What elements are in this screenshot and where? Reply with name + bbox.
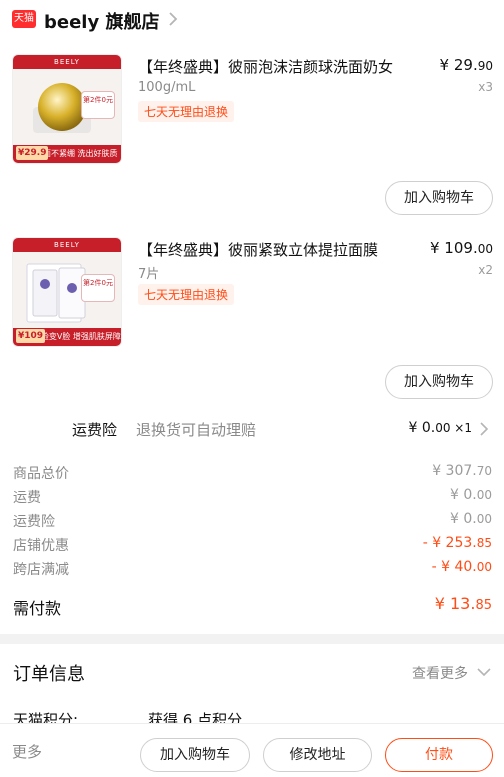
add-to-cart-button[interactable]: 加入购物车 — [385, 365, 493, 399]
value-integer: - ¥ 40. — [431, 559, 477, 575]
value-integer: ¥ 0. — [450, 487, 477, 503]
section-divider — [0, 634, 504, 644]
tmall-logo-icon: 天猫 — [12, 10, 36, 28]
total-decimal: 85 — [475, 598, 492, 613]
summary-value-store-discount: - ¥ 253.85 — [423, 535, 492, 551]
price-integer: ¥ 109. — [430, 239, 478, 257]
view-more-link[interactable]: 查看更多 — [412, 663, 468, 683]
summary-label-shipping: 运费 — [13, 490, 41, 506]
price-decimal: 00 — [477, 242, 493, 256]
value-decimal: 70 — [476, 464, 492, 478]
order-info-title: 订单信息 — [13, 664, 85, 685]
summary-value-cross-store: - ¥ 40.00 — [432, 559, 492, 575]
summary-label-insurance: 运费险 — [13, 514, 55, 530]
add-to-cart-button[interactable]: 加入购物车 — [385, 181, 493, 215]
value-integer: ¥ 0. — [450, 511, 477, 527]
value-decimal: 00 — [476, 512, 492, 526]
chevron-right-icon[interactable] — [166, 10, 180, 28]
summary-label-store-discount: 店铺优惠 — [13, 538, 69, 554]
value-decimal: 00 — [476, 488, 492, 502]
image-price: ¥29.9 — [16, 146, 49, 160]
product-quantity: x3 — [478, 80, 493, 94]
brand-banner: BEELY — [13, 55, 121, 69]
promo-badge: 第2件0元 — [81, 91, 115, 119]
bottom-action-bar: 更多 加入购物车 修改地址 付款 — [0, 723, 504, 777]
summary-label-cross-store: 跨店满减 — [13, 562, 69, 578]
return-policy-tag: 七天无理由退换 — [138, 284, 235, 305]
product-title[interactable]: 【年终盛典】彼丽紧致立体提拉面膜 — [138, 239, 378, 260]
product-price: ¥ 109.00 — [430, 239, 493, 257]
add-to-cart-button[interactable]: 加入购物车 — [140, 738, 250, 772]
chevron-right-icon[interactable] — [478, 420, 490, 438]
value-decimal: 85 — [476, 536, 492, 550]
product-image[interactable]: BEELY 第2件0元 洗面不紧绷 洗出好肤质 ¥29.9 — [12, 54, 122, 164]
insurance-value[interactable]: ¥ 0.00 ×1 — [408, 420, 472, 436]
return-policy-tag: 七天无理由退换 — [138, 101, 235, 122]
product-spec: 7片 — [138, 267, 160, 282]
value-decimal: 00 — [476, 560, 492, 574]
product-quantity: x2 — [478, 263, 493, 277]
product-title[interactable]: 【年终盛典】彼丽泡沫洁颜球洗面奶女 — [138, 56, 393, 77]
total-label: 需付款 — [13, 599, 62, 618]
summary-value-subtotal: ¥ 307.70 — [432, 463, 492, 479]
insurance-label: 运费险 — [72, 421, 118, 439]
price-decimal: 90 — [477, 59, 493, 73]
brand-banner: BEELY — [13, 238, 121, 252]
store-name[interactable]: beely 旗舰店 — [44, 8, 159, 34]
edit-address-button[interactable]: 修改地址 — [263, 738, 372, 772]
insurance-value-integer: ¥ 0. — [408, 420, 436, 436]
value-integer: ¥ 307. — [432, 463, 477, 479]
total-integer: ¥ 13. — [434, 594, 476, 613]
product-price: ¥ 29.90 — [440, 56, 493, 74]
summary-value-insurance: ¥ 0.00 — [450, 511, 492, 527]
pay-button[interactable]: 付款 — [385, 738, 493, 772]
image-price: ¥109 — [16, 329, 46, 343]
value-integer: - ¥ 253. — [422, 535, 477, 551]
summary-value-shipping: ¥ 0.00 — [450, 487, 492, 503]
insurance-value-decimal: 00 — [435, 421, 451, 435]
total-value: ¥ 13.85 — [435, 594, 492, 613]
product-image[interactable]: BEELY 第2件0元 U脸变V脸 增强肌肤屏障 ¥109 — [12, 237, 122, 347]
product-spec: 100g/mL — [138, 80, 196, 95]
promo-badge: 第2件0元 — [81, 274, 115, 302]
chevron-down-icon[interactable] — [476, 666, 492, 678]
price-integer: ¥ 29. — [439, 56, 478, 74]
insurance-multiplier: ×1 — [450, 421, 472, 435]
face-mask-box-icon — [26, 263, 86, 323]
summary-label-subtotal: 商品总价 — [13, 466, 69, 482]
insurance-description: 退换货可自动理赔 — [136, 421, 257, 439]
more-button[interactable]: 更多 — [12, 741, 42, 762]
